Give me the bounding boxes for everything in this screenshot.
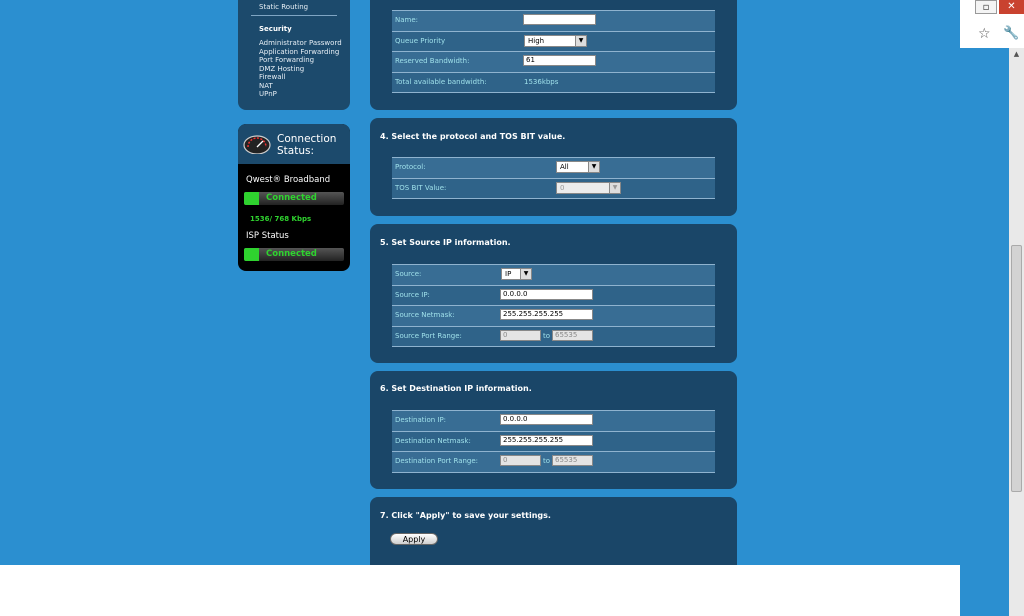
protocol-panel: 4. Select the protocol and TOS BIT value… xyxy=(370,118,737,216)
reserved-bandwidth-row: Reserved Bandwidth: 61 xyxy=(392,52,715,73)
connection-status-header: Connection Status: xyxy=(238,124,350,164)
broadband-status-led xyxy=(244,192,259,205)
scroll-up-arrow-icon[interactable]: ▲ xyxy=(1009,48,1024,60)
nav-link-application-forwarding[interactable]: Application Forwarding xyxy=(259,48,339,56)
source-type-value: IP xyxy=(505,270,512,278)
nav-link-nat[interactable]: NAT xyxy=(259,82,273,90)
destination-netmask-row: Destination Netmask: 255.255.255.255 xyxy=(392,431,715,452)
chevron-down-icon: ▼ xyxy=(588,162,599,172)
tos-bit-select[interactable]: 0 ▼ xyxy=(556,181,621,194)
sidebar-nav: Static Routing Security Administrator Pa… xyxy=(238,0,350,110)
chevron-down-icon: ▼ xyxy=(575,35,586,46)
destination-table: Destination IP: 0.0.0.0 Destination Netm… xyxy=(392,410,715,473)
source-netmask-row: Source Netmask: 255.255.255.255 xyxy=(392,306,715,327)
source-ip-row: Source IP: 0.0.0.0 xyxy=(392,285,715,306)
queue-priority-label: Queue Priority xyxy=(395,36,446,45)
destination-port-label: Destination Port Range: xyxy=(395,457,479,465)
connection-status-title: Connection Status: xyxy=(277,133,336,157)
nav-divider xyxy=(251,15,337,16)
tos-bit-row: TOS BIT Value: 0 ▼ xyxy=(392,178,715,199)
total-bandwidth-row: Total available bandwidth: 1536kbps xyxy=(392,72,715,93)
name-label: Name: xyxy=(395,16,419,24)
source-type-select[interactable]: IP ▼ xyxy=(501,268,532,280)
wrench-menu-icon[interactable]: 🔧 xyxy=(1003,26,1019,41)
chevron-down-icon: ▼ xyxy=(609,182,620,193)
bandwidth-table: Name: Queue Priority High ▼ Reserved Ban… xyxy=(392,10,715,93)
protocol-label: Protocol: xyxy=(395,163,426,171)
tos-bit-label: TOS BIT Value: xyxy=(395,183,447,192)
isp-status-bar: Connected xyxy=(244,248,344,261)
source-netmask-input[interactable]: 255.255.255.255 xyxy=(500,309,593,320)
name-row: Name: xyxy=(392,11,715,32)
source-ip-input[interactable]: 0.0.0.0 xyxy=(500,288,593,300)
total-bandwidth-label: Total available bandwidth: xyxy=(395,77,487,86)
bandwidth-panel: Name: Queue Priority High ▼ Reserved Ban… xyxy=(370,0,737,110)
protocol-row: Protocol: All ▼ xyxy=(392,158,715,179)
protocol-select[interactable]: All ▼ xyxy=(556,161,600,173)
destination-netmask-input[interactable]: 255.255.255.255 xyxy=(500,434,593,446)
destination-ip-input[interactable]: 0.0.0.0 xyxy=(500,414,593,425)
line-speed: 1536/ 768 Kbps xyxy=(250,215,312,223)
source-netmask-label: Source Netmask: xyxy=(395,311,455,319)
destination-port-from-input[interactable]: 0 xyxy=(500,455,541,466)
apply-button[interactable]: Apply xyxy=(390,533,438,545)
total-bandwidth-value: 1536kbps xyxy=(524,77,559,86)
scrollbar-thumb[interactable] xyxy=(1011,245,1022,492)
connection-title-line2: Status: xyxy=(277,145,314,157)
source-type-row: Source: IP ▼ xyxy=(392,265,715,286)
restore-button[interactable]: ▫ xyxy=(975,0,997,14)
destination-section-title: 6. Set Destination IP information. xyxy=(380,384,532,393)
reserved-bandwidth-input[interactable]: 61 xyxy=(523,55,596,66)
destination-port-row: Destination Port Range: 0 to 65535 xyxy=(392,452,715,473)
bookmark-star-icon[interactable]: ☆ xyxy=(978,26,991,42)
source-ip-label: Source IP: xyxy=(395,290,430,299)
queue-priority-select[interactable]: High ▼ xyxy=(524,34,587,47)
chevron-down-icon: ▼ xyxy=(520,269,531,279)
nav-security-header: Security xyxy=(259,25,292,33)
nav-link-firewall[interactable]: Firewall xyxy=(259,73,285,81)
nav-link-administrator-password[interactable]: Administrator Password xyxy=(259,39,342,47)
source-ip-panel: 5. Set Source IP information. Source: IP… xyxy=(370,224,737,363)
source-port-label: Source Port Range: xyxy=(395,331,462,340)
connection-title-line1: Connection xyxy=(277,133,337,145)
nav-link-static-routing[interactable]: Static Routing xyxy=(259,3,308,11)
source-port-to-text: to xyxy=(543,331,551,340)
destination-ip-panel: 6. Set Destination IP information. Desti… xyxy=(370,371,737,489)
destination-netmask-label: Destination Netmask: xyxy=(395,436,471,445)
queue-priority-value: High xyxy=(528,36,545,45)
protocol-table: Protocol: All ▼ TOS BIT Value: 0 ▼ xyxy=(392,157,715,199)
close-window-button[interactable]: ✕ xyxy=(999,0,1024,14)
destination-port-to-input[interactable]: 65535 xyxy=(552,455,593,466)
nav-link-dmz-hosting[interactable]: DMZ Hosting xyxy=(259,65,304,73)
apply-panel: 7. Click "Apply" to save your settings. … xyxy=(370,497,737,565)
speedometer-icon xyxy=(243,135,271,154)
isp-status-led xyxy=(244,248,259,261)
connection-status-panel: Connection Status: Qwest® Broadband Conn… xyxy=(238,124,350,271)
protocol-section-title: 4. Select the protocol and TOS BIT value… xyxy=(380,132,566,141)
source-port-to-input[interactable]: 65535 xyxy=(552,329,593,341)
broadband-label: Qwest® Broadband xyxy=(246,175,331,185)
source-table: Source: IP ▼ Source IP: 0.0.0.0 Source N… xyxy=(392,264,715,347)
page-bottom-area xyxy=(0,565,960,616)
name-input[interactable] xyxy=(523,14,596,25)
destination-ip-row: Destination IP: 0.0.0.0 xyxy=(392,411,715,432)
broadband-status-bar: Connected xyxy=(244,192,344,205)
reserved-bandwidth-label: Reserved Bandwidth: xyxy=(395,57,470,65)
source-port-from-input[interactable]: 0 xyxy=(500,329,541,341)
nav-link-port-forwarding[interactable]: Port Forwarding xyxy=(259,56,314,64)
protocol-value: All xyxy=(560,163,569,171)
queue-priority-row: Queue Priority High ▼ xyxy=(392,31,715,52)
source-section-title: 5. Set Source IP information. xyxy=(380,238,511,247)
destination-ip-label: Destination IP: xyxy=(395,416,447,424)
source-port-row: Source Port Range: 0 to 65535 xyxy=(392,326,715,347)
nav-link-upnp[interactable]: UPnP xyxy=(259,90,277,98)
isp-status-text: Connected xyxy=(266,249,317,259)
isp-status-label: ISP Status xyxy=(246,231,289,241)
apply-section-title: 7. Click "Apply" to save your settings. xyxy=(380,511,551,520)
tos-bit-value: 0 xyxy=(560,183,565,192)
broadband-status-text: Connected xyxy=(266,193,317,203)
source-type-label: Source: xyxy=(395,270,422,278)
destination-port-to-text: to xyxy=(543,457,551,465)
